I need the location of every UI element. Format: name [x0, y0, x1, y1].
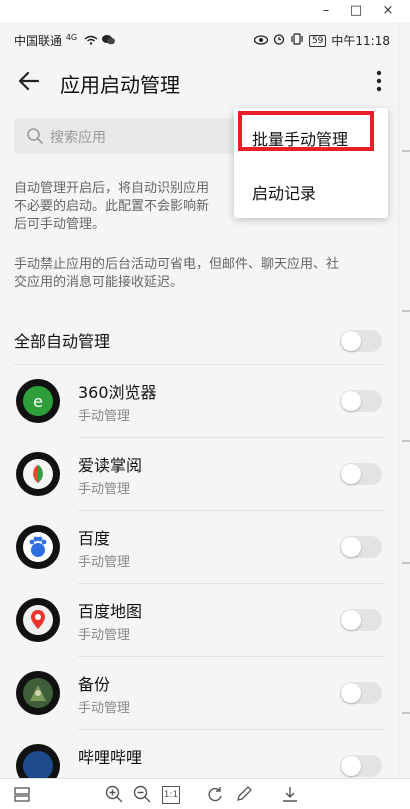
battery-indicator: 59	[308, 34, 327, 47]
edit-icon[interactable]	[234, 784, 254, 804]
all-auto-manage-toggle[interactable]	[340, 330, 382, 352]
ireader-icon	[16, 452, 60, 496]
app-name: 百度地图	[78, 602, 143, 621]
status-bar: 中国联通 4G 59 中午11:18	[0, 22, 398, 56]
menu-item-launch-records[interactable]: 启动记录	[234, 166, 388, 214]
backup-icon	[16, 671, 60, 715]
app-mode: 手动管理	[78, 482, 131, 497]
app-name: 360浏览器	[78, 383, 157, 402]
app-name: 爱读掌阅	[78, 456, 143, 475]
wechat-icon	[101, 34, 115, 48]
app-mode: 手动管理	[78, 555, 131, 570]
download-icon[interactable]	[280, 784, 300, 804]
app-name: 哔哩哔哩	[78, 748, 143, 767]
all-auto-manage-label: 全部自动管理	[14, 332, 111, 351]
app-icon-inner	[23, 751, 53, 778]
zoom-out-icon[interactable]	[132, 784, 152, 804]
close-button[interactable]: ×	[380, 3, 396, 19]
browser-360-icon: e	[16, 379, 60, 423]
actual-size-icon[interactable]: 1:1	[162, 786, 180, 804]
maximize-button[interactable]: □	[348, 3, 364, 19]
app-bar: 应用启动管理	[0, 56, 398, 108]
network-label: 4G	[65, 33, 78, 42]
phone-screen: 中国联通 4G 59 中午11:18 应用启动管理 搜索应用 自动管理开启后，将…	[0, 22, 398, 778]
search-placeholder: 搜索应用	[50, 130, 106, 146]
description-line: 手动禁止应用的后台活动可省电，但邮件、聊天应用、社	[14, 257, 340, 272]
search-input[interactable]: 搜索应用	[14, 118, 244, 154]
search-icon	[27, 128, 43, 144]
app-list-item[interactable]: e 360浏览器 手动管理	[0, 365, 398, 438]
app-mode: 手动管理	[78, 409, 131, 424]
clock: 中午11:18	[331, 34, 390, 48]
wifi-icon	[84, 34, 102, 48]
toggle-knob	[341, 683, 361, 703]
toggle-knob	[341, 331, 361, 351]
rotate-icon[interactable]	[205, 784, 225, 804]
app-mode: 手动管理	[78, 701, 131, 716]
toggle-knob	[341, 391, 361, 411]
app-list-item[interactable]: 百度 手动管理	[0, 511, 398, 584]
svg-text:e: e	[33, 392, 43, 411]
carrier-label: 中国联通	[14, 34, 63, 48]
app-toggle[interactable]	[340, 682, 382, 704]
page-title: 应用启动管理	[60, 73, 180, 97]
baidu-map-icon	[16, 598, 60, 642]
back-arrow-icon[interactable]	[16, 68, 42, 94]
app-toggle[interactable]	[340, 390, 382, 412]
app-list-item[interactable]: 百度地图 手动管理	[0, 584, 398, 657]
zoom-in-icon[interactable]	[104, 784, 124, 804]
menu-item-label: 启动记录	[252, 184, 317, 203]
toggle-knob	[341, 537, 361, 557]
app-list-item[interactable]: 爱读掌阅 手动管理	[0, 438, 398, 511]
app-toggle[interactable]	[340, 609, 382, 631]
highlight-box	[238, 111, 374, 151]
toggle-knob	[341, 610, 361, 630]
viewer-toolbar: 1:1	[0, 778, 410, 809]
toggle-knob	[341, 464, 361, 484]
vibrate-icon	[290, 33, 304, 48]
app-toggle[interactable]	[340, 536, 382, 558]
app-toggle[interactable]	[340, 463, 382, 485]
layout-icon[interactable]	[12, 784, 32, 804]
toggle-knob	[341, 756, 361, 776]
window-title-bar: – □ ×	[0, 0, 410, 22]
all-auto-manage-row: 全部自动管理	[0, 318, 398, 364]
background-activity-description: 手动禁止应用的后台活动可省电，但邮件、聊天应用、社 交应用的消息可能接收延迟。	[14, 256, 388, 292]
description-line: 交应用的消息可能接收延迟。	[14, 275, 184, 290]
app-toggle[interactable]	[340, 755, 382, 777]
app-list-item[interactable]: 备份 手动管理	[0, 657, 398, 730]
eye-icon	[253, 34, 269, 48]
description-line: 后可手动管理。	[14, 217, 106, 232]
alarm-icon	[273, 33, 285, 48]
minimize-button[interactable]: –	[318, 3, 334, 19]
side-panel-strip	[398, 22, 410, 778]
app-name: 百度	[78, 529, 111, 548]
more-vertical-icon[interactable]	[372, 68, 386, 94]
app-name: 备份	[78, 675, 111, 694]
app-mode: 手动管理	[78, 628, 131, 643]
bilibili-icon	[16, 744, 60, 778]
baidu-icon	[16, 525, 60, 569]
app-list-item[interactable]: 哔哩哔哩	[0, 730, 398, 778]
